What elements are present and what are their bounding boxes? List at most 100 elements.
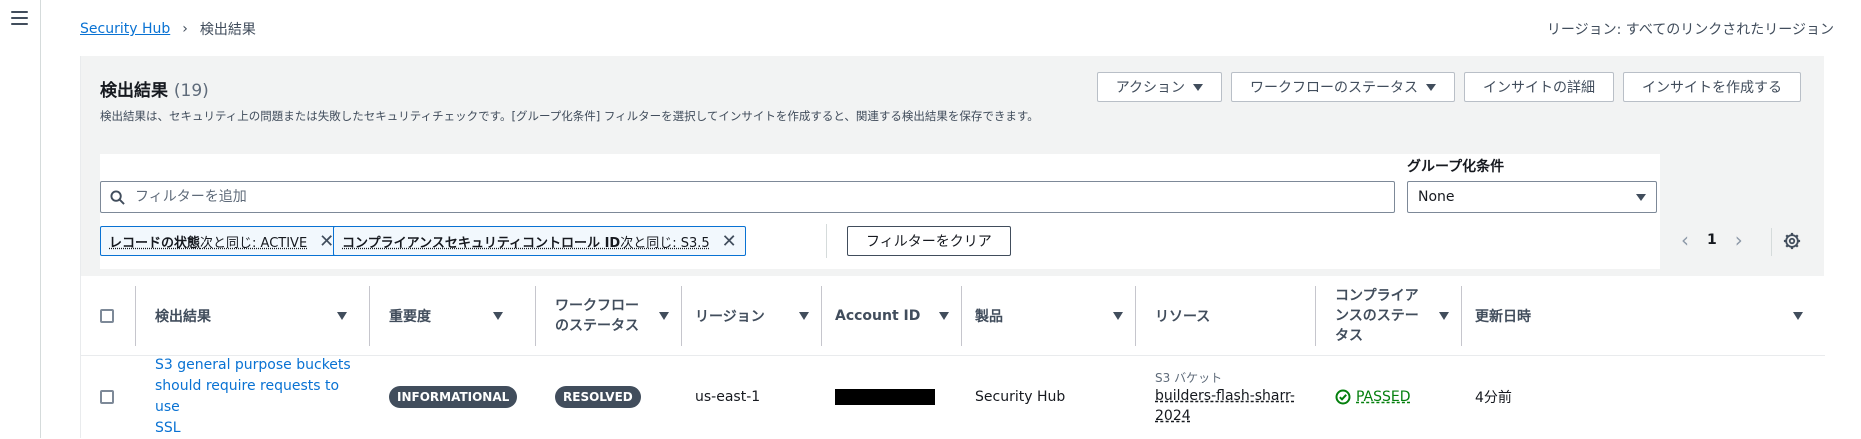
column-workflow-status[interactable]: ワークフロー のステータス	[555, 276, 681, 356]
divider	[1771, 228, 1772, 256]
token-value: 次と同じ: ACTIVE	[200, 232, 307, 251]
create-insight-button[interactable]: インサイトを作成する	[1623, 72, 1801, 102]
column-label: 重要度	[389, 306, 431, 326]
sort-icon	[1439, 312, 1449, 320]
token-property: レコードの状態	[109, 232, 200, 251]
filter-token-record-state: レコードの状態 次と同じ: ACTIVE ✕	[100, 226, 343, 256]
breadcrumb-current: 検出結果	[200, 19, 256, 39]
resource-type: S3 バケット	[1155, 369, 1295, 386]
top-bar: Security Hub › 検出結果 リージョン: すべてのリンクされたリージ…	[41, 0, 1861, 56]
menu-icon[interactable]	[11, 11, 28, 26]
sort-icon	[939, 312, 949, 320]
region-cell: us-east-1	[695, 356, 760, 438]
divider	[826, 224, 827, 258]
updated-cell: 4分前	[1475, 356, 1512, 438]
compliance-status[interactable]: PASSED	[1335, 389, 1411, 405]
gear-icon[interactable]	[1783, 232, 1801, 250]
sort-icon	[493, 312, 503, 320]
chevron-right-icon: ›	[182, 21, 188, 37]
findings-count: (19)	[174, 81, 209, 101]
select-all-checkbox[interactable]	[100, 309, 114, 323]
column-region[interactable]: リージョン	[695, 276, 821, 356]
findings-container: 検出結果 (19) 検出結果は、セキュリティ上の問題または失敗したセキュリティチ…	[80, 56, 1824, 438]
compliance-cell: PASSED	[1335, 356, 1411, 438]
column-finding[interactable]: 検出結果	[155, 276, 359, 356]
column-label: 製品	[975, 306, 1003, 326]
column-severity[interactable]: 重要度	[389, 276, 515, 356]
sort-icon	[799, 312, 809, 320]
severity-badge: INFORMATIONAL	[389, 386, 517, 408]
close-icon[interactable]: ✕	[722, 231, 737, 252]
chevron-left-icon[interactable]: ‹	[1681, 228, 1689, 252]
chevron-right-icon[interactable]: ›	[1735, 228, 1743, 252]
findings-header: 検出結果 (19)	[100, 76, 209, 101]
divider	[535, 286, 536, 346]
search-icon	[110, 190, 125, 205]
divider	[369, 286, 370, 346]
column-label: リージョン	[695, 306, 765, 326]
column-label: リソース	[1155, 306, 1210, 326]
token-property: コンプライアンスセキュリティコントロール ID	[342, 232, 620, 251]
column-product[interactable]: 製品	[975, 276, 1135, 356]
workflow-cell: RESOLVED	[555, 356, 641, 438]
region-label: リージョン: すべてのリンクされたリージョン	[1547, 19, 1834, 39]
column-resource[interactable]: リソース	[1155, 276, 1319, 356]
row-checkbox[interactable]	[100, 390, 114, 404]
column-label: Account ID	[835, 308, 920, 324]
header-actions: アクション ワークフローのステータス インサイトの詳細 インサイトを作成する	[1097, 72, 1801, 102]
side-navigation	[0, 0, 41, 438]
sort-icon	[337, 312, 347, 320]
divider	[961, 286, 962, 346]
column-label: ワークフロー のステータス	[555, 296, 639, 336]
select-all-cell	[100, 276, 120, 356]
grouping-selected-value: None	[1418, 189, 1455, 205]
divider	[1315, 286, 1316, 346]
caret-down-icon	[1193, 84, 1203, 91]
column-label: 更新日時	[1475, 306, 1531, 326]
redacted-account-id	[835, 389, 935, 405]
resource-id-link[interactable]: builders-flash-sharr- 2024	[1155, 386, 1295, 426]
breadcrumb-security-hub-link[interactable]: Security Hub	[80, 21, 170, 37]
table-header: 検出結果 重要度 ワークフローのステータス リージョン Account ID	[81, 276, 1825, 356]
page-title: 検出結果 (19)	[100, 81, 209, 101]
finding-cell: S3 general purpose buckets should require…	[155, 356, 355, 438]
divider	[1135, 286, 1136, 346]
filter-token-control-id: コンプライアンスセキュリティコントロール ID 次と同じ: S3.5 ✕	[333, 226, 746, 256]
finding-title-link[interactable]: S3 general purpose buckets should require…	[155, 355, 355, 439]
filter-text-field[interactable]	[135, 189, 1335, 205]
filter-search-input[interactable]	[100, 181, 1395, 213]
sort-icon	[1793, 312, 1803, 320]
findings-description: 検出結果は、セキュリティ上の問題または失敗したセキュリティチェックです。[グルー…	[100, 108, 1039, 124]
findings-table: 検出結果 重要度 ワークフローのステータス リージョン Account ID	[81, 276, 1825, 438]
divider	[821, 286, 822, 346]
caret-down-icon	[1426, 84, 1436, 91]
workflow-status-button[interactable]: ワークフローのステータス	[1231, 72, 1455, 102]
severity-cell: INFORMATIONAL	[389, 356, 517, 438]
column-label: コンプライア ンスのステー タス	[1335, 286, 1419, 346]
divider	[1461, 286, 1462, 346]
pagination: ‹ 1 ›	[1681, 228, 1743, 252]
row-select-cell	[100, 356, 114, 438]
column-updated[interactable]: 更新日時	[1475, 276, 1815, 356]
sort-icon	[659, 312, 669, 320]
current-page[interactable]: 1	[1707, 232, 1717, 248]
caret-down-icon	[1636, 194, 1646, 201]
table-row: S3 general purpose buckets should require…	[81, 356, 1825, 438]
column-account-id[interactable]: Account ID	[835, 276, 961, 356]
check-circle-icon	[1335, 389, 1351, 405]
close-icon[interactable]: ✕	[319, 231, 334, 252]
grouping-label: グループ化条件	[1407, 156, 1504, 176]
grouping-select[interactable]: None	[1407, 181, 1657, 213]
workflow-status-badge: RESOLVED	[555, 386, 641, 408]
actions-button[interactable]: アクション	[1097, 72, 1222, 102]
token-value: 次と同じ: S3.5	[620, 232, 709, 251]
column-compliance-status[interactable]: コンプライア ンスのステー タス	[1335, 276, 1461, 356]
product-cell: Security Hub	[975, 356, 1065, 438]
sort-icon	[1113, 312, 1123, 320]
clear-filters-button[interactable]: フィルターをクリア	[847, 226, 1011, 256]
divider	[681, 286, 682, 346]
account-id-cell	[835, 356, 935, 438]
divider	[135, 286, 136, 346]
insight-details-button[interactable]: インサイトの詳細	[1464, 72, 1614, 102]
breadcrumb: Security Hub › 検出結果	[80, 19, 256, 39]
